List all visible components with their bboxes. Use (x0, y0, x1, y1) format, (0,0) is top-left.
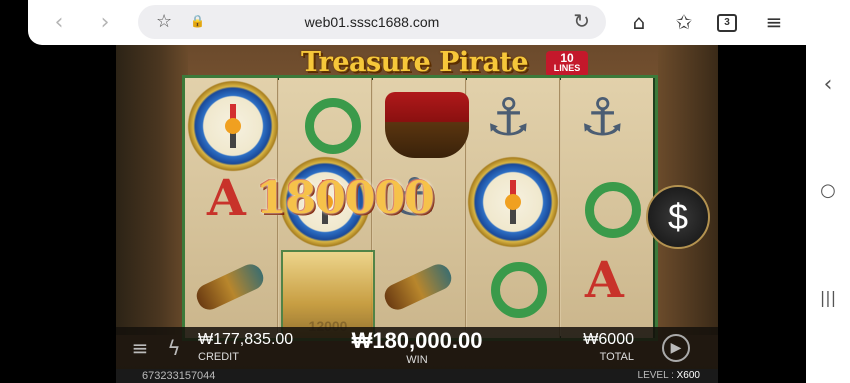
lines-label: LINES (553, 63, 581, 73)
q-symbol (305, 98, 361, 154)
favorites-icon[interactable]: ✩ (671, 9, 697, 35)
anchor-symbol: ⚓ (485, 88, 532, 148)
dollar-button[interactable]: $ (646, 185, 710, 249)
game-footer: 673233157044 LEVEL : X600 (116, 369, 718, 383)
forward-icon[interactable]: › (92, 10, 118, 36)
game-title: Treasure Pirate (301, 47, 529, 78)
back-chevron-icon[interactable]: ‹ (806, 72, 850, 97)
back-icon[interactable]: ‹ (46, 10, 72, 36)
lines-badge: 10 LINES (546, 51, 588, 77)
win-amount-overlay: 180000 (256, 173, 435, 224)
tabs-icon[interactable]: 3 (717, 14, 737, 32)
system-navigation-bar: ‹ ○ ||| (806, 0, 850, 383)
round-id: 673233157044 (142, 370, 216, 382)
address-bar[interactable]: ☆ 🔒 web01.sssc1688.com ↻ (138, 5, 606, 39)
level-label: LEVEL : (637, 370, 677, 381)
q-symbol (491, 262, 547, 318)
compass-symbol (187, 80, 279, 172)
pirate-ship-symbol (385, 92, 469, 158)
bottom-hud: ≡ ϟ ₩177,835.00 CREDIT ₩180,000.00 WIN ₩… (116, 327, 718, 369)
total-label: TOTAL (599, 351, 634, 363)
spin-button-icon[interactable]: ▶ (662, 334, 690, 362)
reload-icon[interactable]: ↻ (573, 9, 590, 33)
lines-number: 10 (560, 51, 574, 65)
recents-icon[interactable]: ||| (806, 288, 850, 307)
browser-toolbar: ‹ › ☆ 🔒 web01.sssc1688.com ↻ ⌂ ✩ 3 ≡ (28, 0, 816, 45)
home-circle-icon[interactable]: ○ (806, 180, 850, 201)
slot-game: Treasure Pirate 10 LINES ⚓ ⚓ A ⚓ 12000 A… (116, 45, 718, 383)
a-symbol: A (207, 168, 246, 227)
decor-left-sword (116, 45, 188, 335)
total-value: ₩6000 (583, 331, 634, 348)
menu-icon[interactable]: ≡ (761, 9, 787, 35)
compass-symbol (467, 156, 559, 248)
level-value: X600 (676, 370, 700, 381)
url-text[interactable]: web01.sssc1688.com (138, 14, 606, 30)
a-symbol: A (585, 250, 624, 309)
level-indicator: LEVEL : X600 (638, 370, 700, 381)
q-symbol (585, 182, 641, 238)
anchor-symbol: ⚓ (579, 88, 626, 148)
home-icon[interactable]: ⌂ (626, 9, 652, 35)
